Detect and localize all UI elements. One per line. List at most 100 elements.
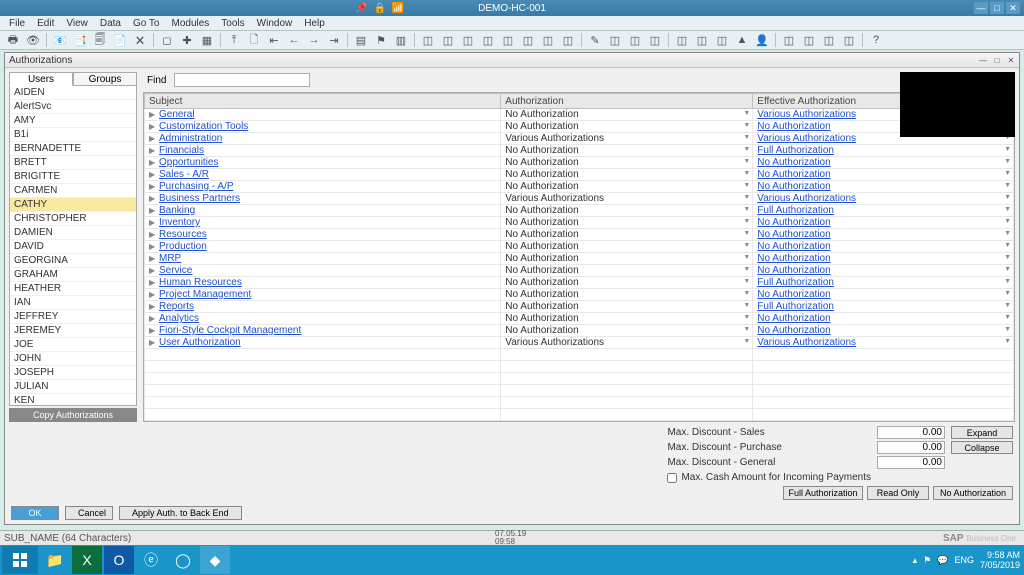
expand-icon[interactable]: ▶ [149,182,156,191]
effective-link[interactable]: No Authorization [757,121,830,132]
table-row[interactable]: ▶ServiceNo Authorization▼No Authorizatio… [145,265,1014,277]
toolbar-icon[interactable]: ? [867,31,885,49]
toolbar-icon[interactable]: ▦ [198,31,216,49]
expand-icon[interactable]: ▶ [149,134,156,143]
tray-up-icon[interactable]: ▴ [913,555,918,566]
dropdown-icon[interactable]: ▼ [743,194,750,201]
subject-link[interactable]: Purchasing - A/P [159,181,233,192]
toolbar-icon[interactable]: ✚ [178,31,196,49]
user-item[interactable]: GEORGINA [10,254,136,268]
expand-icon[interactable]: ▶ [149,254,156,263]
user-item[interactable]: JOHN [10,352,136,366]
tray-lang[interactable]: ENG [954,555,974,565]
dropdown-icon[interactable]: ▼ [743,170,750,177]
menu-modules[interactable]: Modules [166,18,214,29]
toolbar-icon[interactable]: ◫ [800,31,818,49]
expand-icon[interactable]: ▶ [149,110,156,119]
effective-link[interactable]: Full Authorization [757,301,834,312]
effective-link[interactable]: No Authorization [757,289,830,300]
lock-icon[interactable]: 🔒 [373,3,385,14]
effective-link[interactable]: Various Authorizations [757,109,856,120]
toolbar-icon[interactable]: ◫ [499,31,517,49]
user-item[interactable]: JOSEPH [10,366,136,380]
toolbar-icon[interactable]: 📧 [51,31,69,49]
win-close-icon[interactable]: ✕ [1005,55,1017,65]
full-authorization-button[interactable]: Full Authorization [783,486,863,500]
max-discount-sales-input[interactable] [877,426,945,439]
toolbar-icon[interactable]: 👁 [24,31,42,49]
toolbar-icon[interactable]: ◫ [673,31,691,49]
effective-link[interactable]: Full Authorization [757,205,834,216]
user-item[interactable]: AIDEN [10,86,136,100]
dropdown-icon[interactable]: ▼ [1004,182,1011,189]
user-item[interactable]: JULIAN [10,380,136,394]
menu-file[interactable]: File [4,18,30,29]
subject-link[interactable]: Production [159,241,207,252]
subject-link[interactable]: Human Resources [159,277,242,288]
menu-view[interactable]: View [61,18,93,29]
toolbar-icon[interactable]: ▲ [733,31,751,49]
effective-link[interactable]: Full Authorization [757,145,834,156]
max-discount-purchase-input[interactable] [877,441,945,454]
tab-groups[interactable]: Groups [73,72,137,86]
dropdown-icon[interactable]: ▼ [1004,230,1011,237]
subject-link[interactable]: Business Partners [159,193,240,204]
dropdown-icon[interactable]: ▼ [1004,146,1011,153]
menu-goto[interactable]: Go To [128,18,165,29]
table-row[interactable]: ▶User AuthorizationVarious Authorization… [145,337,1014,349]
table-row[interactable]: ▶Customization ToolsNo Authorization▼No … [145,121,1014,133]
window-titlebar[interactable]: Authorizations — □ ✕ [5,53,1019,68]
dropdown-icon[interactable]: ▼ [743,110,750,117]
table-row[interactable]: ▶MRPNo Authorization▼No Authorization▼ [145,253,1014,265]
effective-link[interactable]: Various Authorizations [757,133,856,144]
expand-icon[interactable]: ▶ [149,206,156,215]
dropdown-icon[interactable]: ▼ [1004,314,1011,321]
table-row[interactable]: ▶Purchasing - A/PNo Authorization▼No Aut… [145,181,1014,193]
close-icon[interactable]: ✕ [1006,2,1020,14]
dropdown-icon[interactable]: ▼ [1004,290,1011,297]
menu-edit[interactable]: Edit [32,18,59,29]
toolbar-icon[interactable]: ◫ [646,31,664,49]
taskbar-outlook-icon[interactable]: O [104,546,134,574]
toolbar-icon[interactable]: 🗋 [245,31,263,49]
user-item[interactable]: AlertSvc [10,100,136,114]
apply-auth-button[interactable]: Apply Auth. to Back End [119,506,242,520]
toolbar-icon[interactable]: ◫ [479,31,497,49]
dropdown-icon[interactable]: ▼ [1004,206,1011,213]
effective-link[interactable]: No Authorization [757,313,830,324]
table-row[interactable]: ▶InventoryNo Authorization▼No Authorizat… [145,217,1014,229]
toolbar-icon[interactable]: → [305,31,323,49]
user-item[interactable]: KEN [10,394,136,406]
toolbar-icon[interactable]: ▤ [352,31,370,49]
subject-link[interactable]: Analytics [159,313,199,324]
effective-link[interactable]: No Authorization [757,265,830,276]
expand-icon[interactable]: ▶ [149,314,156,323]
toolbar-icon[interactable]: ◫ [459,31,477,49]
authorizations-grid[interactable]: Subject Authorization Effective Authoriz… [143,92,1015,422]
subject-link[interactable]: Financials [159,145,204,156]
expand-icon[interactable]: ▶ [149,326,156,335]
max-discount-general-input[interactable] [877,456,945,469]
toolbar-icon[interactable]: 📑 [71,31,89,49]
taskbar-sap-icon[interactable]: ◆ [200,546,230,574]
toolbar-icon[interactable]: ⤒ [225,31,243,49]
table-row[interactable]: ▶ReportsNo Authorization▼Full Authorizat… [145,301,1014,313]
subject-link[interactable]: Customization Tools [159,121,248,132]
max-cash-checkbox[interactable] [667,473,677,483]
signal-icon[interactable]: 📶 [392,3,404,14]
taskbar-ie-icon[interactable]: ⓔ [136,546,166,574]
toolbar-icon[interactable]: 👤 [753,31,771,49]
subject-link[interactable]: Sales - A/R [159,169,209,180]
subject-link[interactable]: Inventory [159,217,200,228]
dropdown-icon[interactable]: ▼ [1004,278,1011,285]
win-maximize-icon[interactable]: □ [991,55,1003,65]
effective-link[interactable]: No Authorization [757,253,830,264]
effective-link[interactable]: No Authorization [757,157,830,168]
toolbar-icon[interactable]: 🖶 [4,31,22,49]
subject-link[interactable]: Opportunities [159,157,218,168]
toolbar-icon[interactable]: 🗐 [91,31,109,49]
subject-link[interactable]: Project Management [159,289,251,300]
no-authorization-button[interactable]: No Authorization [933,486,1013,500]
dropdown-icon[interactable]: ▼ [1004,158,1011,165]
table-row[interactable]: ▶Project ManagementNo Authorization▼No A… [145,289,1014,301]
